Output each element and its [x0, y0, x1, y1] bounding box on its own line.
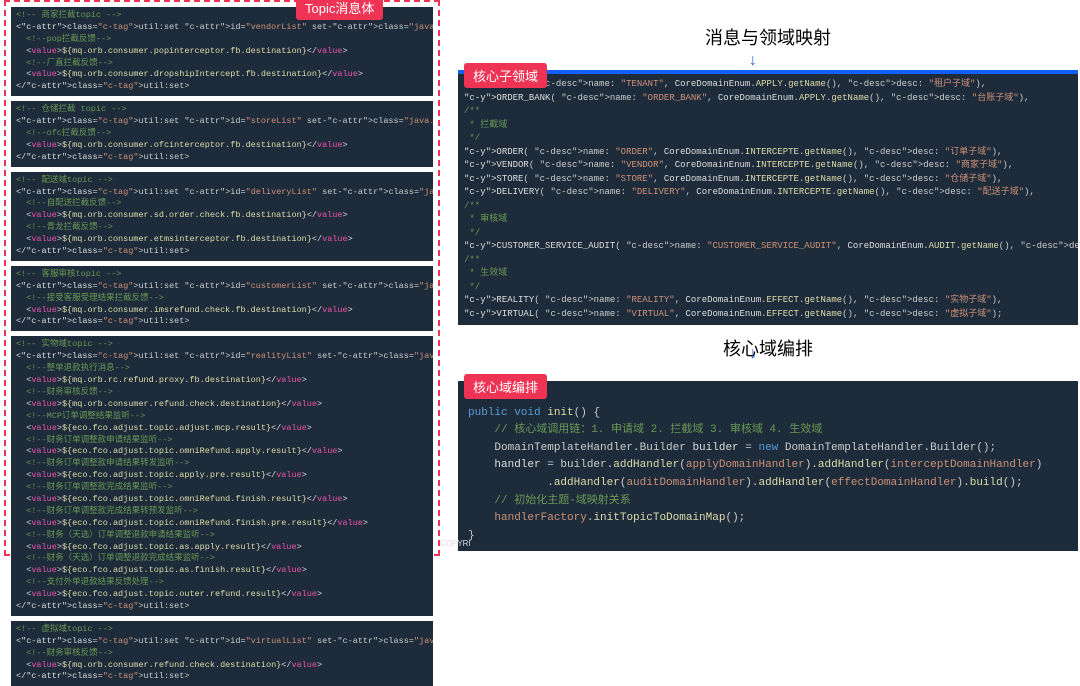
- xml-code-block: <!-- 配送域topic --><"c-attr">class="c-tag"…: [11, 172, 433, 261]
- subdomain-code: "c-y">TENANT( "c-desc">name: "TENANT", C…: [458, 70, 1078, 325]
- orchestration-block: 核心域编排 struct public void init() { // 核心域…: [458, 381, 1078, 551]
- label-topic: Topic消息体: [296, 0, 383, 20]
- xml-code-block: <!-- 实物域topic --><"c-attr">class="c-tag"…: [11, 336, 433, 615]
- xml-code-block: <!-- 仓储拦截 topic --><"c-attr">class="c-ta…: [11, 101, 433, 166]
- xml-code-block: <!-- 客服审核topic --><"c-attr">class="c-tag…: [11, 266, 433, 331]
- right-column: 消息与领域映射 ↓ 核心子领域 "c-y">TENANT( "c-desc">n…: [458, 0, 1078, 551]
- title-mapping: 消息与领域映射: [458, 24, 1078, 50]
- title-orchestration: 核心域编排: [458, 335, 1078, 361]
- xml-code-block: <!-- 虚拟域topic --><"c-attr">class="c-tag"…: [11, 621, 433, 686]
- orchestration-code: struct public void init() { // 核心域调用链：1.…: [458, 381, 1078, 551]
- label-subdomain: 核心子领域: [464, 63, 547, 88]
- subdomain-block: 核心子领域 "c-y">TENANT( "c-desc">name: "TENA…: [458, 70, 1078, 325]
- xml-code-block: <!-- 商家拦截topic --><"c-attr">class="c-tag…: [11, 7, 433, 96]
- watermark: COPYRI: [440, 539, 471, 548]
- topic-message-panel: Topic消息体 <!-- 商家拦截topic --><"c-attr">cla…: [4, 0, 440, 556]
- label-orchestration: 核心域编排: [464, 374, 547, 399]
